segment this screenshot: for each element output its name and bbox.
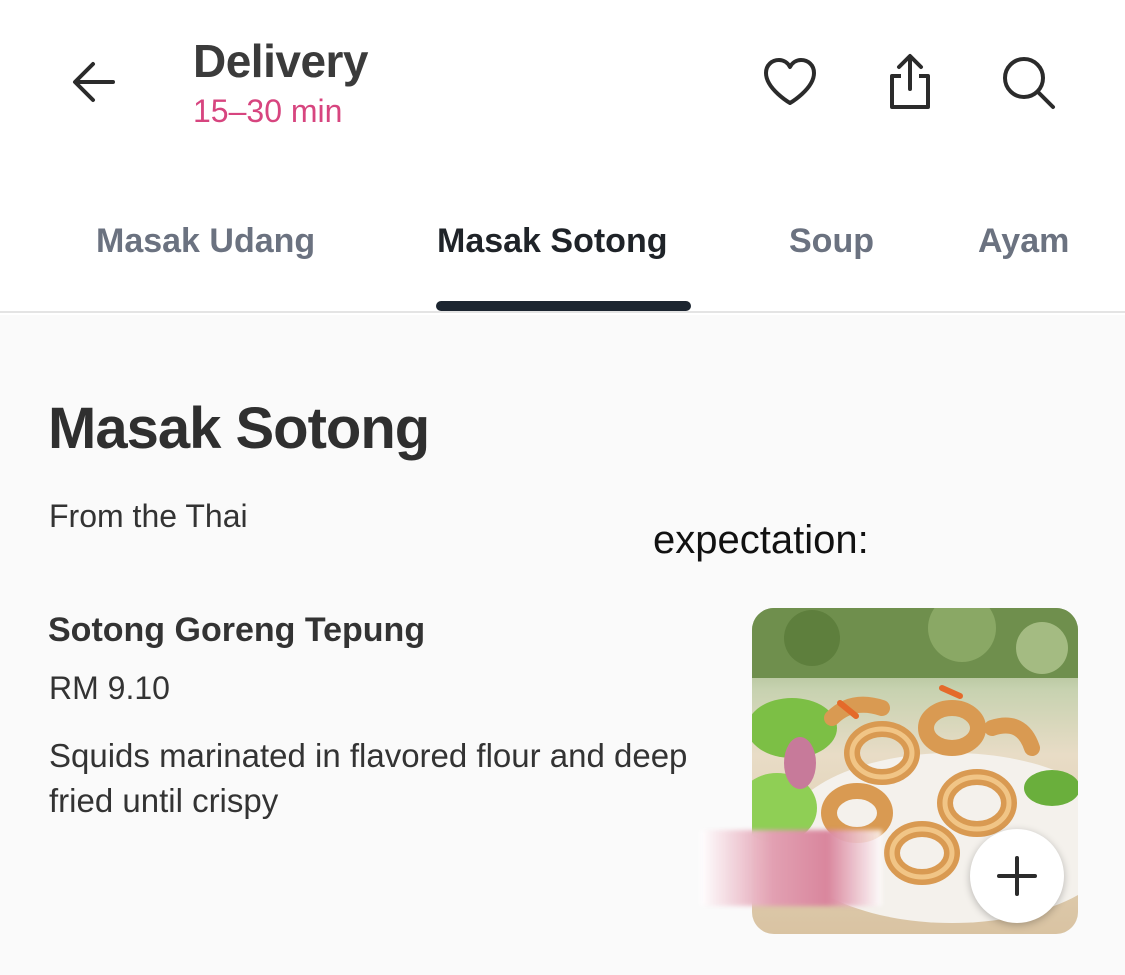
share-icon [890, 54, 930, 109]
page-title: Delivery [193, 35, 369, 87]
tab-masak-udang[interactable]: Masak Udang [96, 222, 315, 261]
tab-ayam[interactable]: Ayam [978, 222, 1069, 261]
redaction-blur [700, 830, 882, 906]
active-tab-indicator [436, 301, 691, 311]
delivery-eta: 15–30 min [193, 93, 343, 129]
category-tabs: Masak Udang Masak Sotong Soup Ayam [0, 200, 1125, 313]
tab-soup[interactable]: Soup [789, 222, 874, 261]
section-subtitle: From the Thai [49, 498, 248, 534]
section-title: Masak Sotong [48, 396, 430, 461]
share-button[interactable] [876, 48, 944, 116]
favorite-button[interactable] [756, 48, 824, 116]
search-button[interactable] [994, 48, 1062, 116]
plus-icon [997, 856, 1037, 896]
heart-icon [764, 58, 816, 105]
overlay-caption: expectation: [653, 518, 869, 562]
search-icon [1003, 57, 1055, 109]
arrow-left-icon [73, 62, 115, 102]
add-to-cart-button[interactable] [970, 829, 1064, 923]
menu-item-name[interactable]: Sotong Goreng Tepung [48, 611, 425, 650]
tab-masak-sotong[interactable]: Masak Sotong [437, 222, 667, 261]
menu-item-description: Squids marinated in flavored flour and d… [49, 737, 688, 819]
back-button[interactable] [62, 50, 126, 114]
menu-item-price: RM 9.10 [49, 670, 170, 706]
menu-content: Masak Sotong From the Thai expectation: … [0, 315, 1125, 975]
header: Delivery 15–30 min [0, 0, 1125, 170]
